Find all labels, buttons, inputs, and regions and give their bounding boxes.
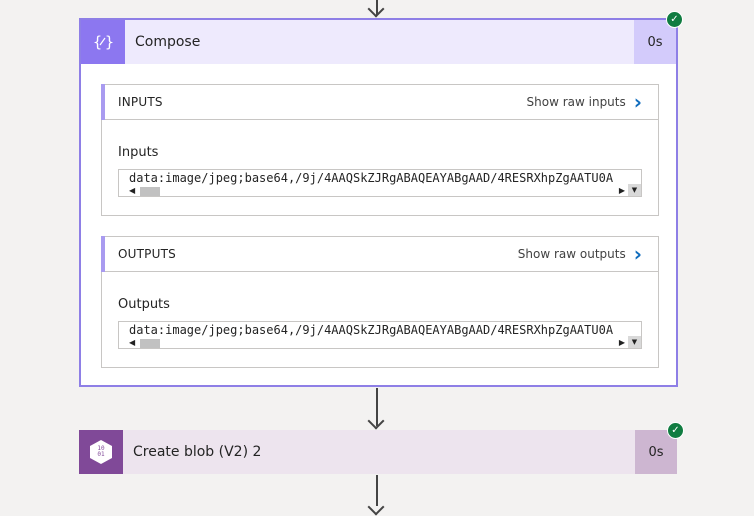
show-raw-outputs-link[interactable]: Show raw outputs bbox=[518, 247, 626, 261]
outputs-value: data:image/jpeg;base64,/9j/4AAQSkZJRgABA… bbox=[129, 323, 614, 337]
inputs-value-box[interactable]: data:image/jpeg;base64,/9j/4AAQSkZJRgABA… bbox=[118, 169, 642, 197]
create-blob-header[interactable]: 10 01 Create blob (V2) 2 0s bbox=[79, 430, 677, 474]
create-blob-success-check-icon: ✓ bbox=[667, 422, 684, 439]
compose-success-check-icon: ✓ bbox=[666, 11, 683, 28]
svg-text:}: } bbox=[105, 33, 114, 51]
scroll-right-icon[interactable]: ▶ bbox=[619, 338, 625, 348]
chevron-down-icon[interactable]: ▼ bbox=[628, 184, 641, 196]
outputs-section: OUTPUTS Show raw outputs › Outputs data:… bbox=[101, 236, 659, 368]
show-raw-inputs-link[interactable]: Show raw inputs bbox=[527, 95, 626, 109]
scroll-thumb[interactable] bbox=[140, 339, 160, 348]
inputs-value: data:image/jpeg;base64,/9j/4AAQSkZJRgABA… bbox=[129, 171, 614, 185]
chevron-right-icon[interactable]: › bbox=[634, 244, 642, 264]
outputs-section-title: OUTPUTS bbox=[118, 247, 176, 261]
outputs-value-box[interactable]: data:image/jpeg;base64,/9j/4AAQSkZJRgABA… bbox=[118, 321, 642, 349]
scroll-left-icon[interactable]: ◀ bbox=[129, 338, 135, 348]
compose-title: Compose bbox=[135, 34, 201, 50]
outputs-horizontal-scrollbar[interactable]: ◀ ▶ bbox=[119, 338, 627, 348]
inputs-section-header: INPUTS Show raw inputs › bbox=[101, 84, 658, 120]
compose-action-card: { } Compose 0s INPUTS Show raw inputs › … bbox=[79, 18, 678, 387]
outputs-field-label: Outputs bbox=[118, 297, 170, 312]
outputs-accent-bar bbox=[101, 236, 105, 272]
inputs-section: INPUTS Show raw inputs › Inputs data:ima… bbox=[101, 84, 659, 216]
chevron-down-icon[interactable]: ▼ bbox=[628, 336, 641, 348]
chevron-right-icon[interactable]: › bbox=[634, 92, 642, 112]
inputs-field-label: Inputs bbox=[118, 145, 159, 160]
svg-text:{: { bbox=[93, 33, 102, 51]
scroll-left-icon[interactable]: ◀ bbox=[129, 186, 135, 196]
curly-braces-icon: { } bbox=[81, 20, 125, 64]
compose-header[interactable]: { } Compose 0s bbox=[81, 20, 676, 64]
outputs-section-header: OUTPUTS Show raw outputs › bbox=[101, 236, 658, 272]
scroll-right-icon[interactable]: ▶ bbox=[619, 186, 625, 196]
inputs-horizontal-scrollbar[interactable]: ◀ ▶ bbox=[119, 186, 627, 196]
inputs-section-title: INPUTS bbox=[118, 95, 163, 109]
create-blob-title: Create blob (V2) 2 bbox=[133, 444, 262, 460]
scroll-thumb[interactable] bbox=[140, 187, 160, 196]
create-blob-action-card[interactable]: 10 01 Create blob (V2) 2 0s bbox=[79, 430, 677, 474]
inputs-accent-bar bbox=[101, 84, 105, 120]
blob-storage-icon: 10 01 bbox=[79, 430, 123, 474]
